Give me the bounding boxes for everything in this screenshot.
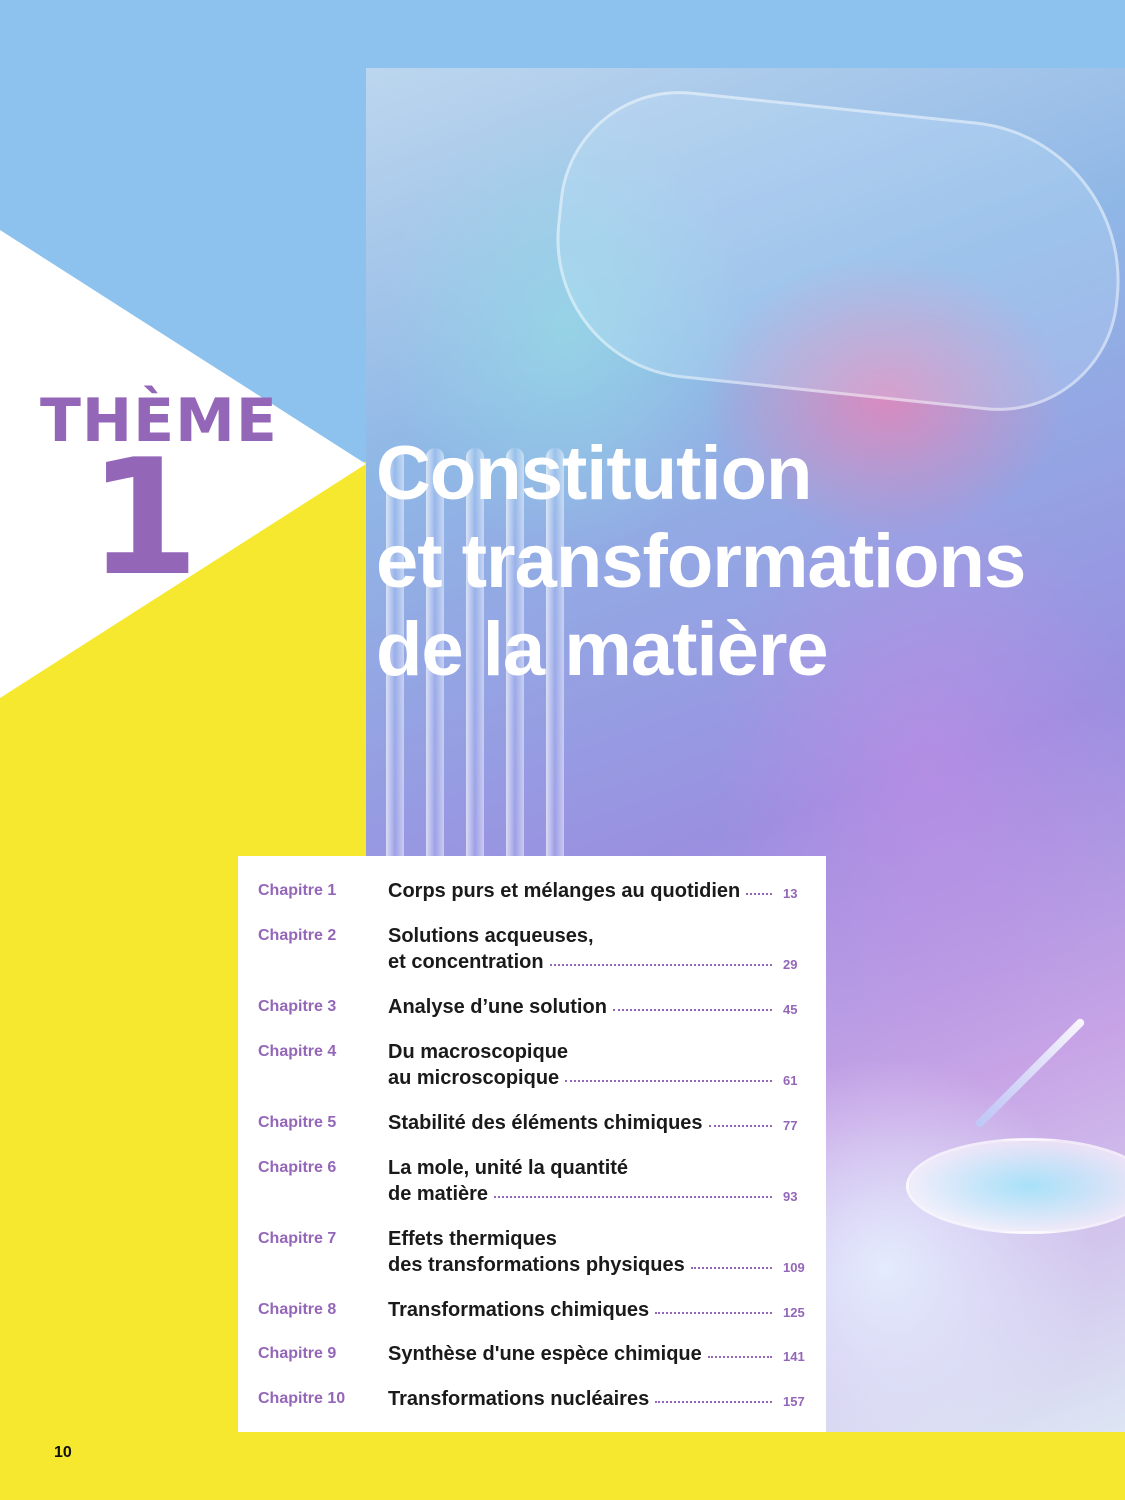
- title-line: et transformations: [376, 519, 1026, 604]
- chapter-title: Transformations nucléaires: [388, 1386, 772, 1412]
- page-number: 10: [54, 1444, 72, 1461]
- pipette-graphic: [974, 1017, 1086, 1129]
- dotted-leader: [707, 1346, 772, 1358]
- chapter-title-line: La mole, unité la quantité: [388, 1157, 629, 1179]
- chapter-title: La mole, unité la quantité de matière: [388, 1155, 772, 1207]
- table-of-contents: Chapitre 1 Corps purs et mélanges au quo…: [238, 856, 826, 1432]
- chapter-page-number: 141: [783, 1349, 805, 1364]
- chapter-page-number: 157: [783, 1394, 805, 1409]
- chapter-label: Chapitre 9: [258, 1345, 337, 1362]
- chapter-title: Synthèse d'une espèce chimique: [388, 1341, 772, 1367]
- chapter-page-number: 77: [783, 1118, 798, 1133]
- chapter-page-number: 93: [783, 1189, 798, 1204]
- chapter-page-number: 109: [783, 1260, 805, 1275]
- theme-number: 1: [88, 424, 200, 611]
- safety-goggles-graphic: [542, 79, 1125, 423]
- petri-dish-graphic: [906, 1138, 1125, 1234]
- chapter-title-line: de matière: [388, 1183, 489, 1205]
- chapter-title-line: Solutions acqueuses,: [388, 925, 594, 947]
- page-title: Constitution et transformations de la ma…: [376, 430, 1116, 694]
- chapter-label: Chapitre 3: [258, 998, 337, 1015]
- chapter-label: Chapitre 5: [258, 1114, 337, 1131]
- chapter-page-number: 45: [783, 1002, 798, 1017]
- title-line: de la matière: [376, 607, 829, 692]
- chapter-page-number: 13: [783, 886, 798, 901]
- chapter-label: Chapitre 4: [258, 1043, 337, 1060]
- chapter-title: Solutions acqueuses, et concentration: [388, 923, 772, 975]
- chapter-title-line: Corps purs et mélanges au quotidien: [388, 880, 741, 902]
- title-line: Constitution: [376, 431, 812, 516]
- chapter-title-line: Transformations chimiques: [388, 1299, 650, 1321]
- chapter-label: Chapitre 8: [258, 1301, 337, 1318]
- chapter-title-line: au microscopique: [388, 1067, 560, 1089]
- chapter-title-line: des transformations physiques: [388, 1254, 685, 1276]
- chapter-page-number: 29: [783, 957, 798, 972]
- chapter-title: Stabilité des éléments chimiques: [388, 1110, 772, 1136]
- dotted-leader: [549, 954, 772, 966]
- dotted-leader: [612, 999, 772, 1011]
- dotted-leader: [655, 1302, 772, 1314]
- chapter-title-line: Analyse d’une solution: [388, 996, 607, 1018]
- chapter-label: Chapitre 7: [258, 1230, 337, 1247]
- dotted-leader: [746, 883, 772, 895]
- chapter-title: Analyse d’une solution: [388, 994, 772, 1020]
- chapter-page-number: 125: [783, 1305, 805, 1320]
- chapter-title-line: Du macroscopique: [388, 1041, 569, 1063]
- dotted-leader: [565, 1070, 772, 1082]
- chapter-page-number: 61: [783, 1073, 798, 1088]
- dotted-leader: [690, 1257, 772, 1269]
- chapter-label: Chapitre 6: [258, 1159, 337, 1176]
- chapter-title-line: Transformations nucléaires: [388, 1388, 650, 1410]
- chapter-title: Corps purs et mélanges au quotidien: [388, 878, 772, 904]
- chapter-title-line: Stabilité des éléments chimiques: [388, 1112, 703, 1134]
- dotted-leader: [494, 1186, 772, 1198]
- chapter-title-line: Effets thermiques: [388, 1228, 557, 1250]
- chapter-label: Chapitre 2: [258, 927, 337, 944]
- chapter-title-line: et concentration: [388, 951, 544, 973]
- chapter-label: Chapitre 10: [258, 1390, 346, 1407]
- dotted-leader: [655, 1391, 772, 1403]
- chapter-title: Du macroscopique au microscopique: [388, 1039, 772, 1091]
- chapter-label: Chapitre 1: [258, 882, 337, 899]
- chapter-title-line: Synthèse d'une espèce chimique: [388, 1343, 702, 1365]
- chapter-title: Transformations chimiques: [388, 1297, 772, 1323]
- dotted-leader: [708, 1115, 772, 1127]
- chapter-title: Effets thermiques des transformations ph…: [388, 1226, 772, 1278]
